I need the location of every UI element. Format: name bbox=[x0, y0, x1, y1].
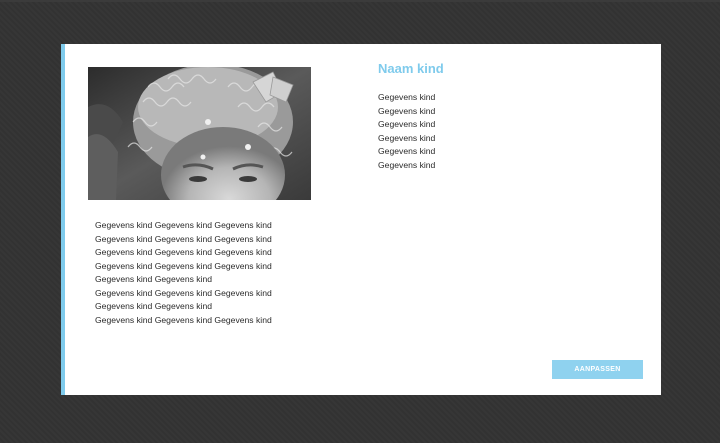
edit-button[interactable]: AANPASSEN bbox=[552, 360, 643, 379]
description-line: Gegevens kind Gegevens kind Gegevens kin… bbox=[95, 287, 272, 298]
child-details-list: Gegevens kind Gegevens kind Gegevens kin… bbox=[378, 91, 435, 172]
description-line: Gegevens kind Gegevens kind Gegevens kin… bbox=[95, 314, 272, 325]
description-line: Gegevens kind Gegevens kind Gegevens kin… bbox=[95, 260, 272, 271]
detail-item: Gegevens kind bbox=[378, 92, 436, 102]
child-name-heading: Naam kind bbox=[378, 61, 444, 76]
detail-item: Gegevens kind bbox=[378, 105, 436, 116]
child-profile-card: Gegevens kind Gegevens kind Gegevens kin… bbox=[61, 44, 661, 395]
description-line: Gegevens kind Gegevens kind bbox=[95, 274, 213, 284]
detail-item: Gegevens kind bbox=[378, 159, 436, 170]
detail-item: Gegevens kind bbox=[378, 146, 436, 156]
child-portrait-photo bbox=[88, 67, 311, 200]
detail-item: Gegevens kind bbox=[378, 132, 436, 143]
description-line: Gegevens kind Gegevens kind Gegevens kin… bbox=[95, 247, 272, 257]
child-photo bbox=[88, 67, 311, 200]
top-bar bbox=[0, 0, 720, 2]
description-line: Gegevens kind Gegevens kind Gegevens kin… bbox=[95, 220, 272, 230]
child-description: Gegevens kind Gegevens kind Gegevens kin… bbox=[95, 219, 355, 327]
card-accent-stripe bbox=[61, 44, 65, 395]
detail-item: Gegevens kind bbox=[378, 119, 436, 129]
description-line: Gegevens kind Gegevens kind bbox=[95, 301, 213, 311]
description-line: Gegevens kind Gegevens kind Gegevens kin… bbox=[95, 233, 272, 244]
